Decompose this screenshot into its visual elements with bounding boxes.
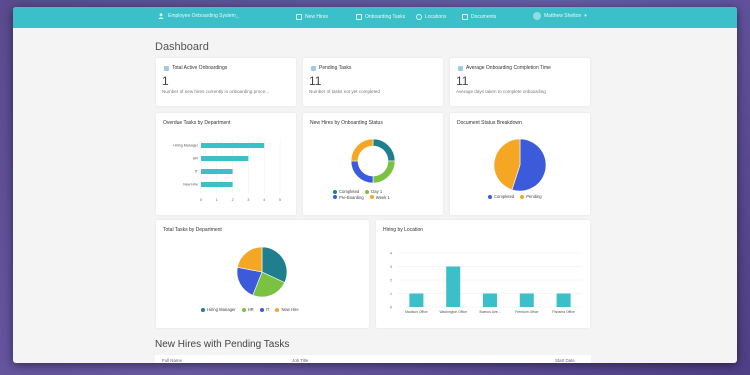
x-tick-label: Freedom Office	[515, 310, 538, 314]
legend-item: Completed	[488, 194, 514, 199]
user-menu[interactable]: Matthew Shelton ▾	[533, 12, 587, 20]
nav-locations[interactable]: Locations	[416, 14, 446, 20]
nav-label: Documents	[471, 14, 497, 20]
y-tick-label: New Hire	[183, 183, 198, 187]
clock-icon	[458, 65, 463, 71]
app-title: Employee Onboarding System_	[168, 13, 239, 19]
overdue-tasks-bar-chart: 0 1 2 3 4 5 Hiring Manager HR IT New Hire	[173, 139, 281, 202]
pie-slice	[372, 160, 396, 184]
chart-legend: Completed Day 1 Pre-Boarding Week 1	[333, 189, 423, 200]
tasks-icon	[356, 14, 362, 20]
kpi-value: 11	[309, 74, 322, 88]
kpi-title: Average Onboarding Completion Time	[466, 65, 551, 71]
avatar	[533, 12, 541, 20]
column-header[interactable]: Full Name	[162, 358, 182, 363]
legend-item: Hiring Manager	[201, 307, 236, 312]
y-tick-label: 4	[390, 251, 392, 255]
x-tick-label: 3	[247, 198, 249, 202]
hiring-location-bar-chart: 0 1 2 3 4 Madison Office Washington Office Buen…	[390, 251, 582, 314]
bar	[446, 266, 461, 307]
y-tick-label: 2	[390, 278, 392, 282]
kpi-card-active-onboardings: Total Active Onboardings 1 Number of new…	[156, 58, 296, 106]
legend-item: Completed	[333, 189, 359, 194]
app-window: Employee Onboarding System_ New Hires On…	[13, 7, 737, 363]
x-tick-label: 0	[200, 198, 202, 202]
bar	[201, 169, 233, 174]
chart-legend: Completed Pending	[488, 194, 548, 200]
x-tick-label: Madison Office	[405, 310, 428, 314]
x-tick-label: 4	[263, 198, 265, 202]
chart-card-overdue-tasks: Overdue Tasks by Department 0 1 2 3 4 5 Hiring…	[156, 113, 296, 215]
legend-item: Day 1	[365, 189, 382, 194]
x-tick-label: 5	[279, 198, 281, 202]
chart-card-total-tasks: Total Tasks by Department Hiring Manager…	[156, 220, 369, 328]
section-title: New Hires with Pending Tasks	[155, 339, 290, 350]
chart-legend: Hiring Manager HR IT New Hire	[201, 307, 305, 313]
kpi-value: 1	[162, 74, 169, 88]
kpi-title: Pending Tasks	[319, 65, 352, 71]
bar	[201, 182, 233, 187]
y-tick-label: 1	[390, 292, 392, 296]
kpi-description: Number of tasks not yet completed	[309, 89, 380, 94]
kpi-title: Total Active Onboardings	[172, 65, 228, 71]
nav-label: Locations	[425, 14, 447, 20]
column-header[interactable]: Start Date	[555, 358, 575, 363]
top-navbar: Employee Onboarding System_ New Hires On…	[13, 7, 737, 28]
x-tick-label: 1	[216, 198, 218, 202]
bar	[201, 143, 265, 148]
legend-item: Week 1	[369, 195, 390, 200]
nav-label: Onboarding Tasks	[365, 14, 406, 20]
kpi-card-avg-completion: Average Onboarding Completion Time 11 Av…	[450, 58, 590, 106]
kpi-card-pending-tasks: Pending Tasks 11 Number of tasks not yet…	[303, 58, 443, 106]
bar	[409, 293, 424, 307]
y-tick-label: HR	[193, 157, 199, 161]
column-header[interactable]: Job Title	[292, 358, 308, 363]
legend-item: HR	[241, 307, 254, 312]
x-tick-label: Panama Office	[552, 310, 574, 314]
pie-slice	[237, 246, 263, 273]
bar	[483, 293, 497, 307]
pie-slice	[350, 138, 374, 162]
nav-new-hires[interactable]: New Hires	[296, 14, 328, 20]
bar	[519, 293, 534, 307]
user-icon	[158, 13, 164, 19]
kpi-description: Number of new hires currently in onboard…	[162, 89, 269, 94]
document-icon	[462, 14, 468, 20]
y-tick-label: IT	[195, 170, 199, 174]
table-header: Full Name Job Title Start Date	[155, 355, 591, 363]
location-icon	[416, 14, 422, 20]
page-title: Dashboard	[155, 41, 209, 53]
chart-card-document-status: Document Status Breakdown Completed Pendi…	[450, 113, 590, 215]
bar	[201, 156, 249, 161]
document-status-pie-chart	[493, 138, 547, 192]
nav-label: New Hires	[305, 14, 329, 20]
x-tick-label: 2	[232, 198, 234, 202]
kpi-value: 11	[456, 74, 469, 88]
y-tick-label: Hiring Manager	[173, 144, 198, 148]
y-tick-label: 3	[390, 265, 392, 269]
app-brand[interactable]: Employee Onboarding System_	[158, 13, 239, 19]
kpi-description: Average days taken to complete onboardin…	[456, 89, 546, 94]
chevron-down-icon: ▾	[584, 13, 587, 19]
user-name: Matthew Shelton	[544, 13, 582, 19]
legend-item: IT	[259, 307, 269, 312]
chart-card-hiring-by-location: Hiring by Location 0 1 2 3 4 Madison Office Wa…	[376, 220, 590, 328]
x-tick-label: Buenos Aire...	[479, 310, 500, 314]
bar	[556, 293, 571, 307]
pie-slice	[372, 138, 396, 162]
new-hires-icon	[296, 14, 302, 20]
x-tick-label: Washington Office	[439, 310, 467, 314]
pie-slice	[350, 160, 374, 184]
chart-card-new-hires-status: New Hires by Onboarding Status Completed…	[303, 113, 443, 215]
legend-item: Pending	[520, 194, 542, 199]
legend-item: New Hire	[275, 307, 299, 312]
tasks-icon	[311, 65, 316, 71]
legend-item: Pre-Boarding	[333, 195, 364, 200]
people-icon	[164, 65, 169, 71]
nav-documents[interactable]: Documents	[462, 14, 496, 20]
y-tick-label: 0	[390, 305, 392, 309]
nav-onboarding-tasks[interactable]: Onboarding Tasks	[356, 14, 405, 20]
